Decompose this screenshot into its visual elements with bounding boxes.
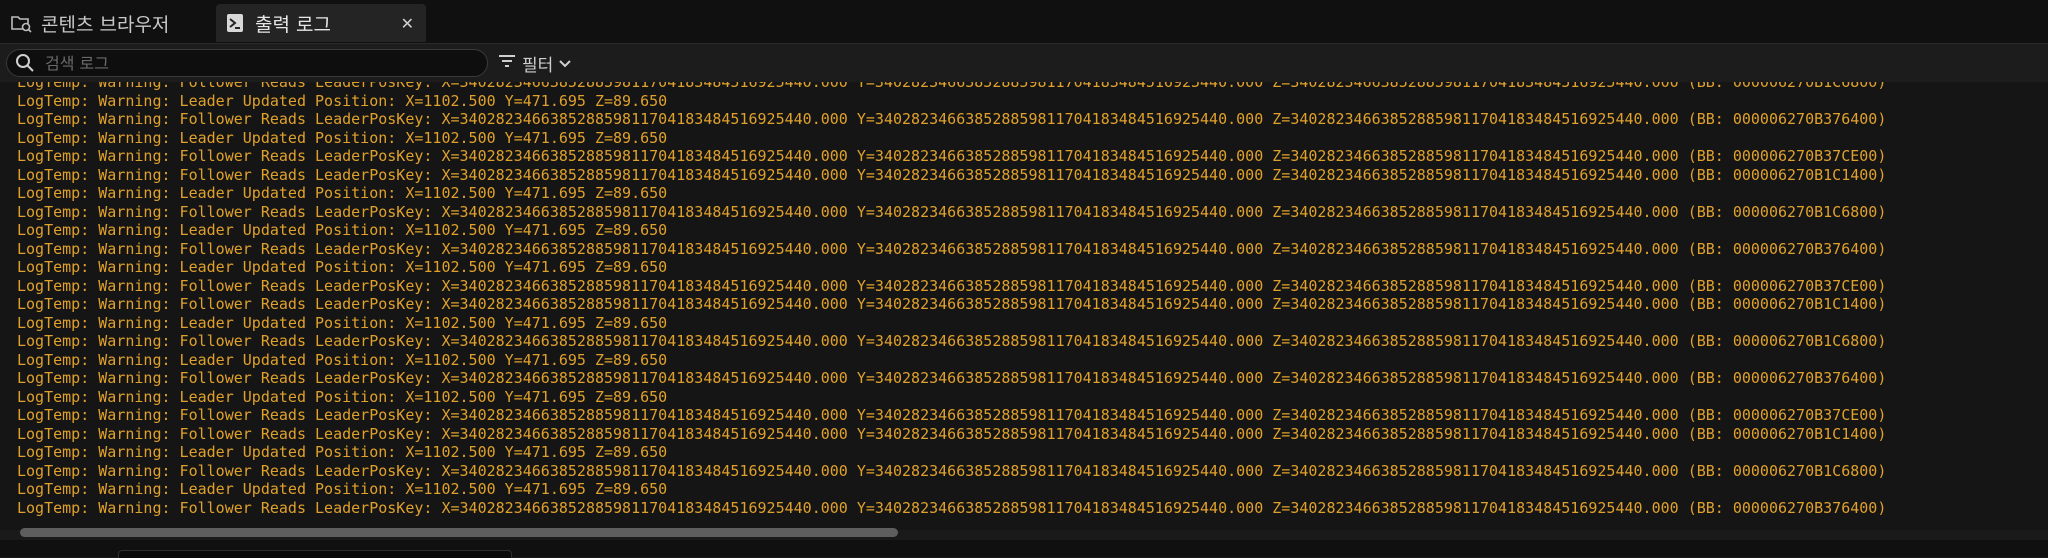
log-line: LogTemp: Warning: Follower Reads LeaderP… — [17, 165, 1887, 184]
tab-output-log[interactable]: 출력 로그 ✕ — [216, 4, 426, 42]
tab-label: 콘텐츠 브라우저 — [41, 13, 170, 36]
filter-icon — [498, 53, 522, 74]
log-line: LogTemp: Warning: Follower Reads LeaderP… — [17, 369, 1887, 387]
log-line: LogTemp: Warning: Follower Reads LeaderP… — [17, 147, 1887, 165]
horizontal-scrollbar[interactable] — [20, 528, 898, 537]
log-line: LogTemp: Warning: Follower Reads LeaderP… — [17, 461, 1887, 480]
log-line: LogTemp: Warning: Leader Updated Positio… — [17, 350, 668, 369]
log-line: LogTemp: Warning: Leader Updated Positio… — [17, 480, 668, 498]
log-toolbar: 필터 — [0, 44, 2048, 82]
tab-content-browser[interactable]: 콘텐츠 브라우저 — [6, 4, 206, 42]
log-line: LogTemp: Warning: Leader Updated Positio… — [17, 184, 668, 202]
log-lines: LogTemp: Warning: Follower Reads LeaderP… — [17, 82, 1886, 517]
log-line: LogTemp: Warning: Leader Updated Positio… — [17, 387, 668, 406]
output-log-icon — [224, 12, 246, 34]
log-line: LogTemp: Warning: Leader Updated Positio… — [17, 128, 668, 147]
tab-bar: 콘텐츠 브라우저 출력 로그 ✕ — [0, 0, 2048, 44]
content-browser-icon — [10, 12, 32, 34]
console-bar — [0, 540, 2048, 558]
log-line: LogTemp: Warning: Follower Reads LeaderP… — [17, 82, 1887, 91]
close-icon[interactable]: ✕ — [401, 14, 414, 33]
filter-label: 필터 — [522, 55, 554, 76]
search-box — [6, 49, 488, 77]
filter-button[interactable]: 필터 — [498, 49, 577, 77]
log-line: LogTemp: Warning: Follower Reads LeaderP… — [17, 424, 1887, 443]
log-line: LogTemp: Warning: Follower Reads LeaderP… — [17, 295, 1887, 313]
tab-label: 출력 로그 — [255, 13, 331, 36]
log-line: LogTemp: Warning: Follower Reads LeaderP… — [17, 406, 1887, 424]
log-line: LogTemp: Warning: Follower Reads LeaderP… — [17, 110, 1887, 128]
log-line: LogTemp: Warning: Follower Reads LeaderP… — [17, 276, 1887, 295]
search-input[interactable] — [43, 52, 467, 74]
log-line: LogTemp: Warning: Leader Updated Positio… — [17, 313, 668, 332]
log-line: LogTemp: Warning: Follower Reads LeaderP… — [17, 202, 1887, 221]
log-line: LogTemp: Warning: Leader Updated Positio… — [17, 258, 668, 276]
log-line: LogTemp: Warning: Follower Reads LeaderP… — [17, 332, 1887, 350]
log-line: LogTemp: Warning: Follower Reads LeaderP… — [17, 239, 1887, 258]
chevron-down-icon — [559, 53, 577, 73]
log-line: LogTemp: Warning: Leader Updated Positio… — [17, 91, 668, 110]
log-line: LogTemp: Warning: Leader Updated Positio… — [17, 221, 668, 239]
log-line: LogTemp: Warning: Leader Updated Positio… — [17, 443, 668, 461]
log-view[interactable]: LogTemp: Warning: Follower Reads LeaderP… — [0, 82, 2048, 530]
log-line: LogTemp: Warning: Follower Reads LeaderP… — [17, 498, 1887, 517]
search-icon — [15, 53, 35, 73]
